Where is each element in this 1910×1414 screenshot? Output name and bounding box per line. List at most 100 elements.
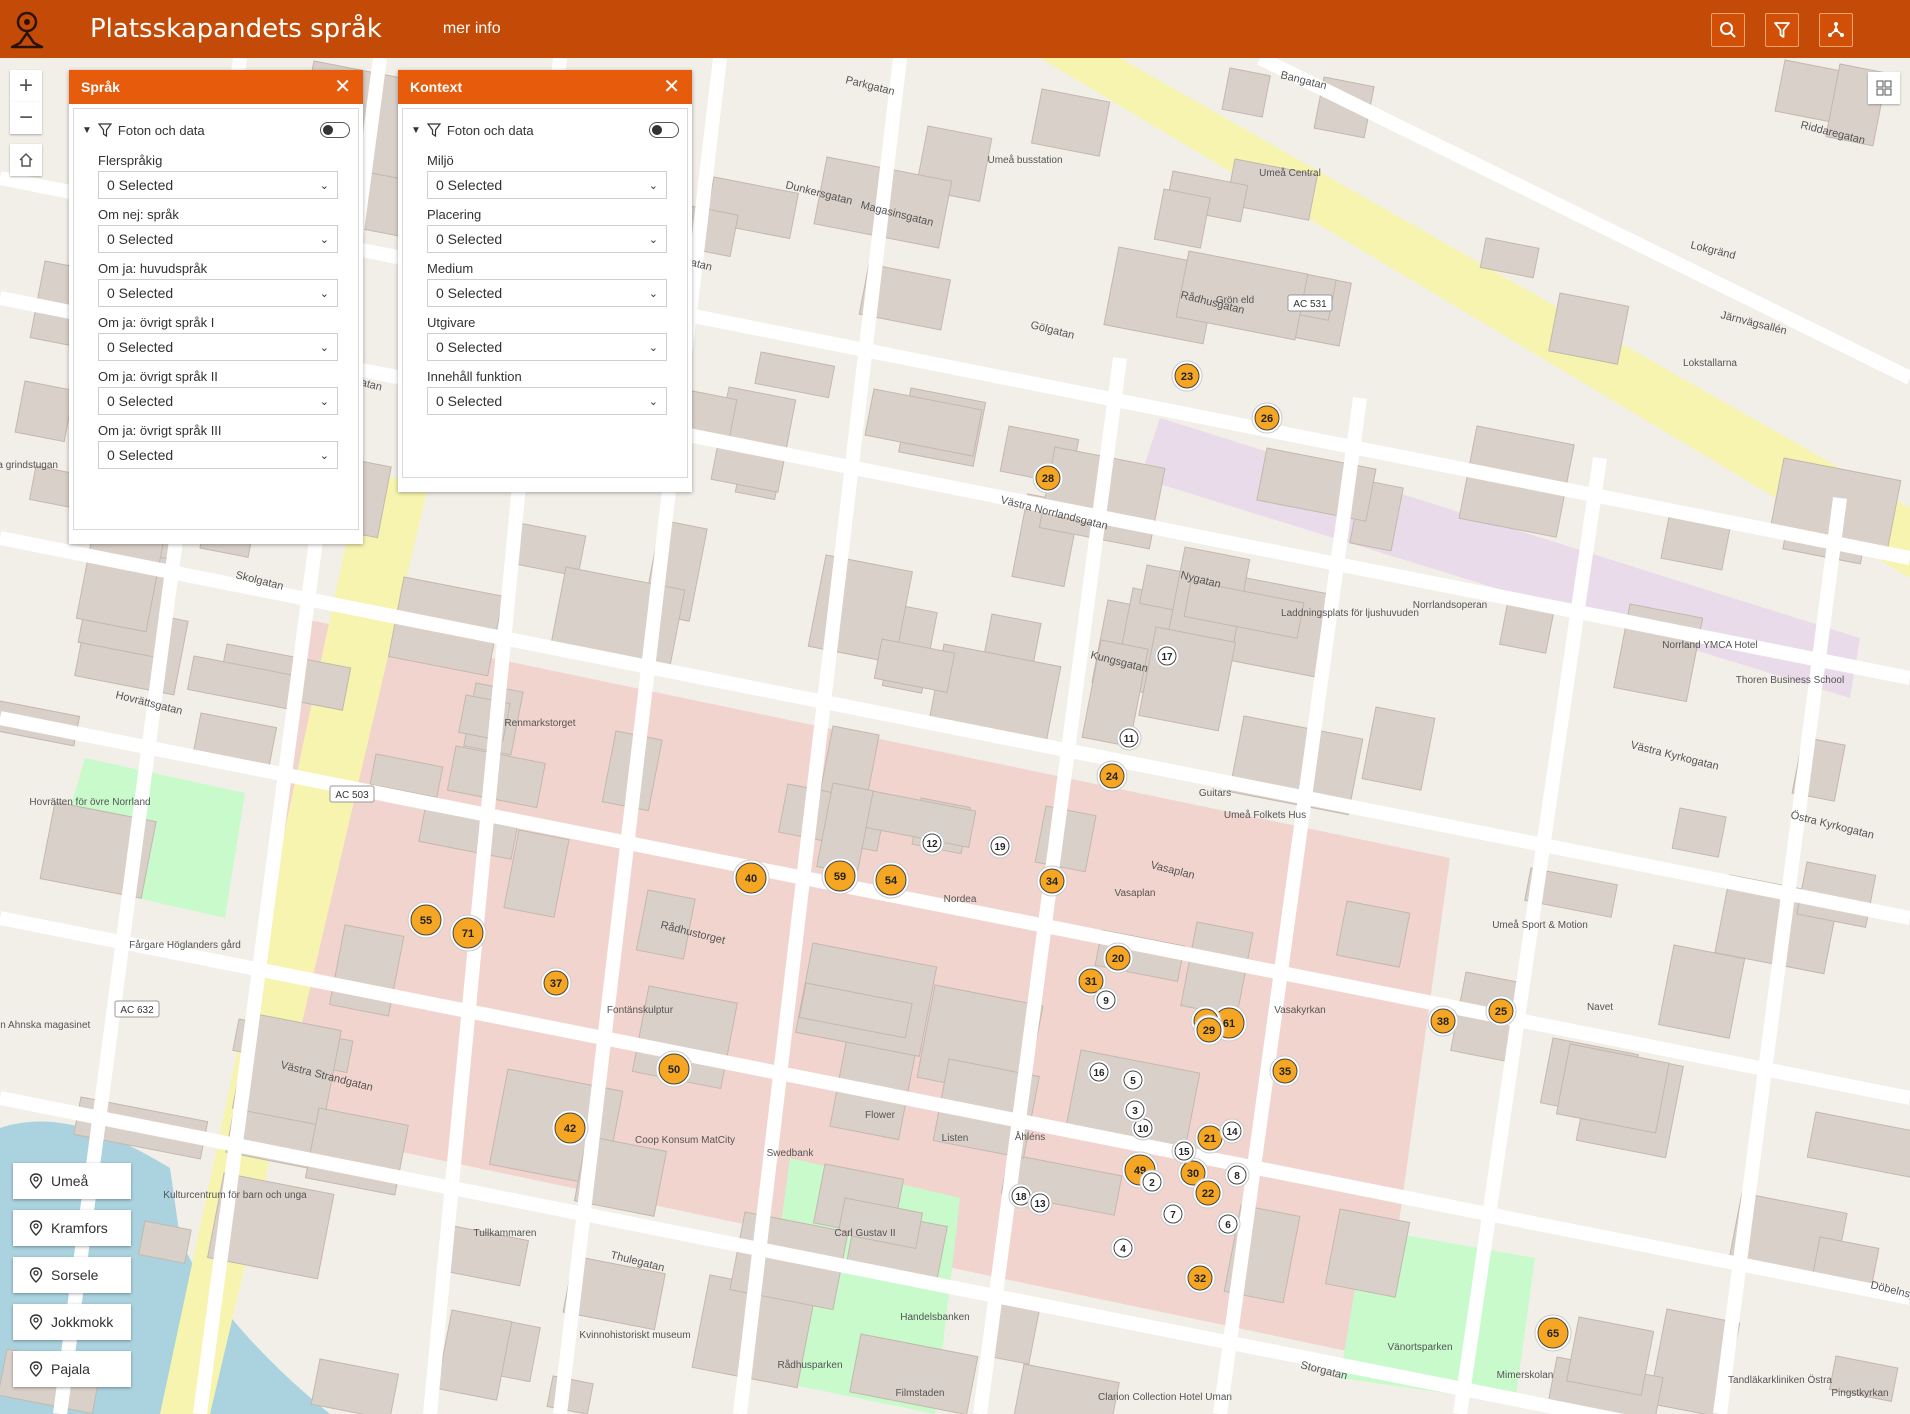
place-label: Hovrätten för övre Norrland	[29, 797, 150, 808]
cluster-marker[interactable]: 23	[1171, 360, 1203, 392]
om-nej-sprak-select[interactable]: 0 Selected ⌄	[98, 225, 338, 253]
more-info-link[interactable]: mer info	[443, 20, 501, 38]
building	[1221, 67, 1271, 118]
cluster-marker[interactable]: 12	[919, 830, 945, 856]
building	[1153, 188, 1211, 249]
svg-text:AC 503: AC 503	[335, 790, 369, 801]
cluster-count: 12	[926, 839, 938, 850]
cluster-count: 65	[1547, 1328, 1559, 1340]
filter-group-label: Foton och data	[446, 122, 534, 138]
cluster-marker[interactable]: 13	[1027, 1190, 1053, 1216]
ovrigt-sprak-2-select[interactable]: 0 Selected ⌄	[98, 387, 338, 415]
cluster-marker[interactable]: 29	[1193, 1014, 1225, 1046]
cluster-marker[interactable]: 8	[1224, 1162, 1250, 1188]
cluster-marker[interactable]: 42	[551, 1109, 589, 1147]
cluster-marker[interactable]: 34	[1036, 865, 1068, 897]
cluster-marker[interactable]: 54	[872, 861, 910, 899]
place-label: Listen	[942, 1133, 969, 1144]
filter-toggle[interactable]	[649, 122, 679, 138]
location-button-sorsele[interactable]: Sorsele	[13, 1257, 131, 1293]
cluster-marker[interactable]: 15	[1171, 1138, 1197, 1164]
place-label: Coop Konsum MatCity	[635, 1135, 735, 1146]
cluster-marker[interactable]: 11	[1116, 725, 1142, 751]
huvudsprak-select[interactable]: 0 Selected ⌄	[98, 279, 338, 307]
cluster-marker[interactable]: 25	[1485, 995, 1517, 1027]
location-button-kramfors[interactable]: Kramfors	[13, 1210, 131, 1246]
flersprakig-select[interactable]: 0 Selected ⌄	[98, 171, 338, 199]
filter-button[interactable]	[1765, 13, 1799, 47]
cluster-count: 17	[1161, 652, 1173, 663]
cluster-count: 59	[834, 871, 846, 883]
medium-select[interactable]: 0 Selected ⌄	[427, 279, 667, 307]
placering-select[interactable]: 0 Selected ⌄	[427, 225, 667, 253]
utgivare-select[interactable]: 0 Selected ⌄	[427, 333, 667, 361]
ovrigt-sprak-1-select[interactable]: 0 Selected ⌄	[98, 333, 338, 361]
cluster-marker[interactable]: 22	[1192, 1177, 1224, 1209]
share-network-button[interactable]	[1819, 13, 1853, 47]
search-icon	[1720, 22, 1736, 38]
cluster-count: 19	[994, 842, 1006, 853]
cluster-marker[interactable]: 26	[1251, 402, 1283, 434]
place-label: Umeå Folkets Hus	[1224, 809, 1306, 821]
close-icon[interactable]: ✕	[663, 77, 680, 97]
cluster-marker[interactable]: 24	[1096, 760, 1128, 792]
cluster-marker[interactable]: 71	[449, 914, 487, 952]
cluster-marker[interactable]: 19	[987, 833, 1013, 859]
cluster-count: 16	[1093, 1068, 1105, 1079]
cluster-marker[interactable]: 50	[655, 1050, 693, 1088]
cluster-marker[interactable]: 6	[1215, 1211, 1241, 1237]
collapse-triangle-icon[interactable]: ▼	[82, 125, 92, 136]
place-label: Nordea	[944, 894, 977, 905]
cluster-count: 37	[550, 978, 562, 990]
cluster-marker[interactable]: 35	[1269, 1055, 1301, 1087]
cluster-marker[interactable]: 7	[1160, 1201, 1186, 1227]
cluster-marker[interactable]: 28	[1032, 462, 1064, 494]
miljo-select[interactable]: 0 Selected ⌄	[427, 171, 667, 199]
location-pin-icon	[29, 1361, 43, 1377]
cluster-marker[interactable]: 9	[1093, 987, 1119, 1013]
cluster-count: 25	[1495, 1006, 1507, 1018]
cluster-count: 23	[1181, 371, 1193, 383]
place-label: Swedbank	[767, 1148, 815, 1159]
place-label: Laddningsplats för ljushuvuden	[1281, 608, 1419, 619]
grid-icon	[1876, 80, 1892, 96]
cluster-count: 24	[1106, 771, 1119, 783]
search-button[interactable]	[1711, 13, 1745, 47]
cluster-marker[interactable]: 14	[1219, 1118, 1245, 1144]
location-button-umea[interactable]: Umeå	[13, 1163, 131, 1199]
cluster-count: 20	[1112, 953, 1124, 965]
place-label: Umeå busstation	[987, 154, 1062, 166]
place-label: Clarion Collection Hotel Uman	[1098, 1392, 1232, 1403]
cluster-count: 22	[1202, 1188, 1214, 1200]
innehall-funktion-select[interactable]: 0 Selected ⌄	[427, 387, 667, 415]
cluster-count: 13	[1034, 1199, 1046, 1210]
road-badge: AC 503	[329, 785, 375, 803]
home-button[interactable]	[10, 144, 42, 176]
cluster-marker[interactable]: 2	[1139, 1169, 1165, 1195]
collapse-triangle-icon[interactable]: ▼	[411, 125, 421, 136]
basemap-gallery-button[interactable]	[1868, 72, 1900, 104]
select-value: 0 Selected	[107, 285, 174, 301]
close-icon[interactable]: ✕	[334, 77, 351, 97]
cluster-marker[interactable]: 5	[1120, 1067, 1146, 1093]
cluster-marker[interactable]: 65	[1534, 1314, 1572, 1352]
zoom-in-button[interactable]: +	[10, 70, 42, 102]
filter-icon	[426, 123, 441, 137]
zoom-out-button[interactable]: −	[10, 102, 42, 134]
ovrigt-sprak-3-select[interactable]: 0 Selected ⌄	[98, 441, 338, 469]
cluster-marker[interactable]: 32	[1184, 1262, 1216, 1294]
select-value: 0 Selected	[436, 393, 503, 409]
cluster-marker[interactable]: 40	[732, 859, 770, 897]
location-button-jokkmokk[interactable]: Jokkmokk	[13, 1304, 131, 1340]
cluster-marker[interactable]: 17	[1154, 643, 1180, 669]
cluster-marker[interactable]: 3	[1122, 1097, 1148, 1123]
cluster-marker[interactable]: 16	[1086, 1059, 1112, 1085]
cluster-marker[interactable]: 20	[1102, 942, 1134, 974]
cluster-marker[interactable]: 55	[407, 901, 445, 939]
filter-toggle[interactable]	[320, 122, 350, 138]
location-button-pajala[interactable]: Pajala	[13, 1351, 131, 1387]
cluster-marker[interactable]: 4	[1110, 1235, 1136, 1261]
cluster-marker[interactable]: 59	[821, 857, 859, 895]
cluster-marker[interactable]: 38	[1427, 1005, 1459, 1037]
cluster-marker[interactable]: 37	[540, 967, 572, 999]
